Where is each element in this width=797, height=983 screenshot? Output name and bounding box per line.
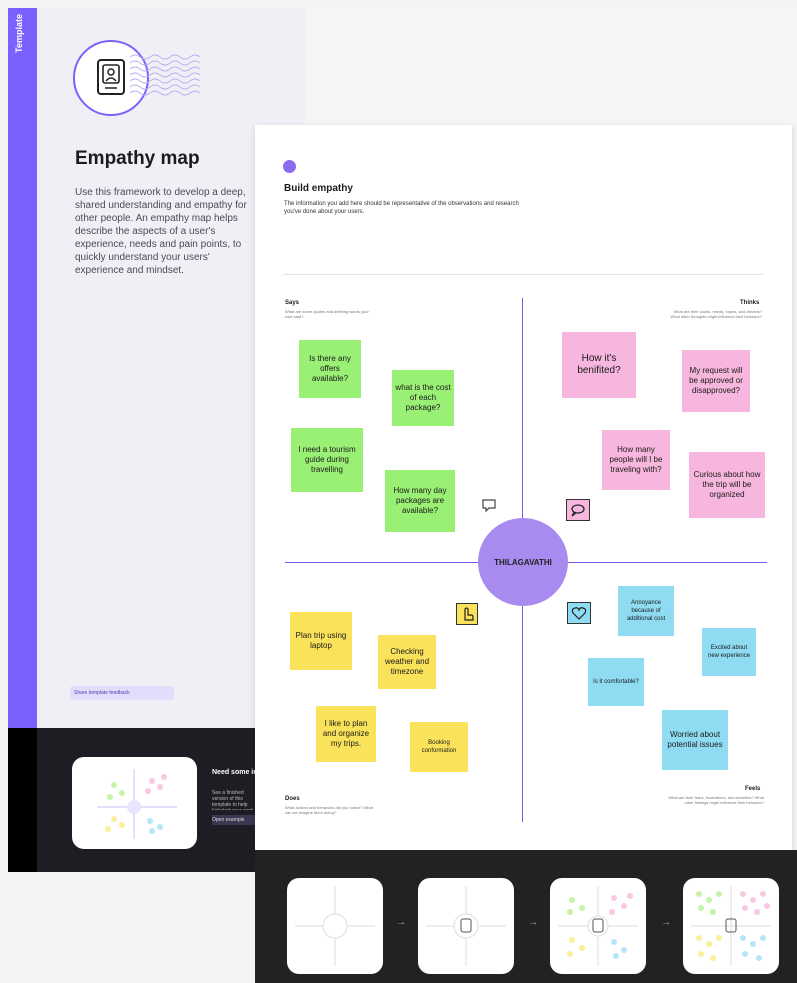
thought-bubble-icon [566, 499, 590, 521]
speech-bubble-icon [480, 496, 498, 514]
progress-thumbnail [683, 878, 779, 974]
sticky-note[interactable]: How many day packages are available? [385, 470, 455, 532]
share-feedback-link[interactable]: Share template feedback [70, 686, 174, 700]
example-preview-card[interactable] [72, 757, 197, 849]
promo-body: See a finished version of this template … [212, 790, 255, 810]
feels-label: Feels [745, 786, 761, 792]
sticky-note[interactable]: Curious about how the trip will be organ… [689, 452, 765, 518]
sticky-note[interactable]: I need a tourism guide during travelling [291, 428, 363, 492]
sticky-note[interactable]: Is there any offers available? [299, 340, 361, 398]
heart-icon [567, 602, 591, 624]
does-sub: What actions and behaviors did you notic… [285, 805, 373, 815]
persona-circle[interactable]: THILAGAVATHI [478, 518, 568, 606]
progress-thumbnail [550, 878, 646, 974]
sticky-note[interactable]: Annoyance because of additional cost [618, 586, 674, 636]
arrow-right-icon: → [528, 917, 538, 928]
says-label: Says [285, 300, 300, 306]
progress-thumbnail [418, 878, 514, 974]
thinks-sub: What are their wants, needs, hopes, and … [670, 309, 762, 319]
sticky-note[interactable]: I like to plan and organize my trips. [316, 706, 376, 762]
decorative-waves [130, 54, 200, 96]
sticky-note[interactable]: Booking conformation [410, 722, 468, 772]
promo-strip [8, 728, 37, 872]
progress-thumbnail [287, 878, 383, 974]
says-sub: What are some quotes and defining words … [285, 309, 369, 319]
board-description: The information you add here should be r… [284, 201, 519, 215]
promo-title: Need some inspiration? [212, 769, 257, 776]
template-description: Use this framework to develop a deep, sh… [75, 187, 247, 276]
sticky-note[interactable]: My request will be approved or disapprov… [682, 350, 750, 412]
thinks-label: Thinks [740, 300, 760, 306]
board-title: Build empathy [284, 183, 353, 194]
sticky-note[interactable]: How it's benifited? [562, 332, 636, 398]
sticky-note[interactable]: Worried about potential issues [662, 710, 728, 770]
open-example-button[interactable]: Open example [212, 815, 257, 825]
sticky-note[interactable]: How many people will I be traveling with… [602, 430, 670, 490]
arrow-right-icon: → [661, 917, 671, 928]
sticky-note[interactable]: Checking weather and timezone [378, 635, 436, 689]
does-label: Does [285, 796, 300, 802]
sticky-note[interactable]: Excited about new experience [702, 628, 756, 676]
sticky-note[interactable]: Is it comfortable? [588, 658, 644, 706]
template-tag: Template [14, 14, 24, 53]
step-dot [283, 160, 296, 173]
template-title: Empathy map [75, 148, 200, 169]
sticky-note[interactable]: what is the cost of each package? [392, 370, 454, 426]
canvas-background [305, 8, 797, 128]
divider [283, 274, 763, 275]
template-strip [8, 8, 37, 728]
feels-sub: What are their fears, frustrations, and … [668, 795, 764, 805]
arrow-right-icon: → [396, 917, 406, 928]
sticky-note[interactable]: Plan trip using laptop [290, 612, 352, 670]
hand-pointer-icon [456, 603, 478, 625]
example-preview-image [97, 769, 177, 839]
